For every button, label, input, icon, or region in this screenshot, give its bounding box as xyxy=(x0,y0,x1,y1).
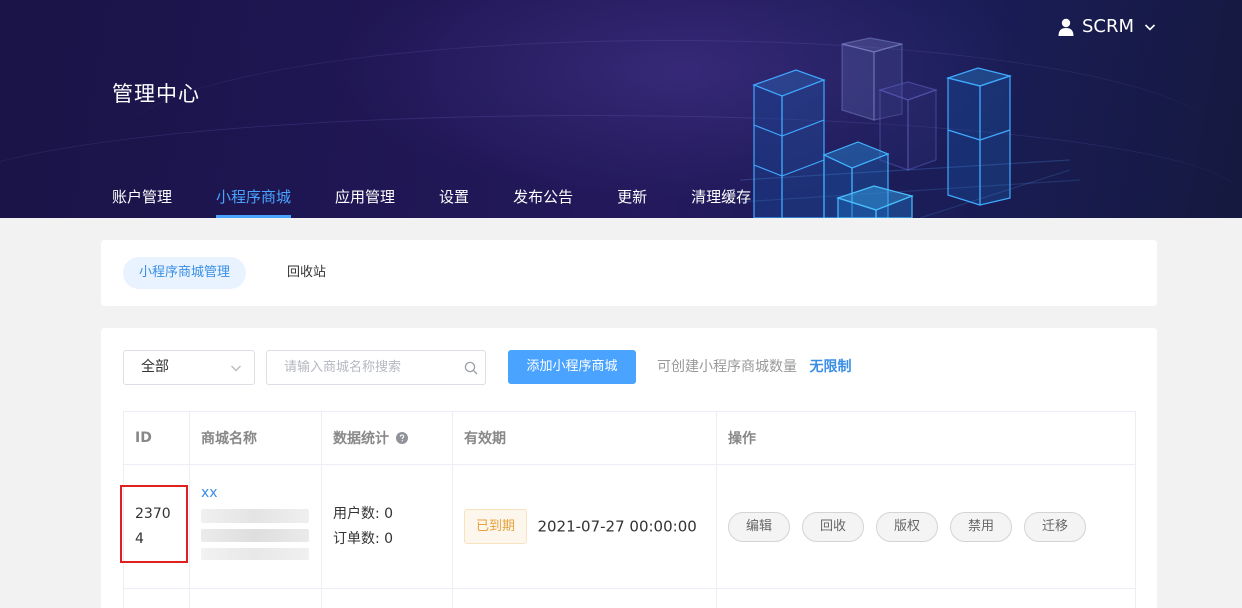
column-header-name: 商城名称 xyxy=(189,411,322,465)
expiry-date: 2021-07-27 00:00:00 xyxy=(537,517,697,536)
mall-name-link[interactable]: xx xyxy=(201,485,321,501)
edit-button[interactable]: 编辑 xyxy=(728,511,790,542)
mall-table: ID 商城名称 数据统计 有效期 操作 23704 xx 用户数: 0 订单数:… xyxy=(120,411,1136,608)
user-count: 用户数: 0 xyxy=(333,505,394,522)
order-count: 订单数: 0 xyxy=(333,530,394,547)
nav-item-update[interactable]: 更新 xyxy=(617,186,647,218)
search-icon[interactable] xyxy=(464,361,478,375)
table-row: 23704 xx 用户数: 0 订单数: 0 已到期 2021-07-27 00… xyxy=(120,464,1136,589)
tab-card: 小程序商城管理 回收站 xyxy=(101,240,1157,306)
page-title: 管理中心 xyxy=(112,82,200,106)
status-badge: 已到期 xyxy=(464,509,528,544)
table-header-row: ID 商城名称 数据统计 有效期 操作 xyxy=(123,411,1136,465)
question-circle-icon[interactable] xyxy=(395,432,408,444)
tab-mall-management[interactable]: 小程序商城管理 xyxy=(123,257,247,289)
user-name: SCRM xyxy=(1082,16,1135,37)
chevron-down-icon xyxy=(1144,23,1156,31)
column-header-id: ID xyxy=(123,411,190,465)
quota-info: 可创建小程序商城数量 无限制 xyxy=(657,350,851,385)
nav-item-apps[interactable]: 应用管理 xyxy=(335,186,395,218)
column-header-actions: 操作 xyxy=(716,411,1136,465)
main-card: 全部 添加小程序商城 可创建小程序商城数量 无限制 ID 商城名称 xyxy=(101,328,1157,608)
cell-stats: 用户数: 0 订单数: 0 xyxy=(321,464,453,589)
copyright-button[interactable]: 版权 xyxy=(876,511,938,542)
table-row xyxy=(123,588,1136,608)
highlight-box xyxy=(120,485,188,563)
user-menu[interactable]: SCRM xyxy=(1058,16,1156,37)
disable-button[interactable]: 禁用 xyxy=(950,511,1012,542)
cell-name: xx xyxy=(189,464,322,589)
search-box xyxy=(266,350,486,385)
redacted-text xyxy=(201,509,309,523)
nav-item-settings[interactable]: 设置 xyxy=(439,186,469,218)
nav-item-mini-program-mall[interactable]: 小程序商城 xyxy=(216,186,292,218)
quota-label: 可创建小程序商城数量 xyxy=(657,359,797,375)
top-nav: 账户管理 小程序商城 应用管理 设置 发布公告 更新 清理缓存 xyxy=(112,186,795,218)
user-icon xyxy=(1058,18,1074,36)
header-banner: 管理中心 SCRM 账户管理 小程序商城 应用管理 设置 发布公告 更新 清理缓… xyxy=(0,0,1242,218)
quota-value: 无限制 xyxy=(809,359,852,375)
cell-id xyxy=(123,588,190,608)
cell-actions xyxy=(716,588,1136,608)
nav-item-clear-cache[interactable]: 清理缓存 xyxy=(691,186,751,218)
tab-recycle-bin[interactable]: 回收站 xyxy=(271,257,342,289)
nav-item-accounts[interactable]: 账户管理 xyxy=(112,186,172,218)
cell-actions: 编辑 回收 版权 禁用 迁移 xyxy=(716,464,1136,589)
chevron-down-icon xyxy=(231,365,241,372)
nav-item-announcements[interactable]: 发布公告 xyxy=(513,186,573,218)
search-input[interactable] xyxy=(267,351,447,384)
cell-stats xyxy=(321,588,453,608)
cell-validity: 已到期 2021-07-27 00:00:00 xyxy=(452,464,717,589)
recycle-button[interactable]: 回收 xyxy=(802,511,864,542)
cell-name xyxy=(189,588,322,608)
column-header-validity: 有效期 xyxy=(452,411,717,465)
column-header-stats: 数据统计 xyxy=(321,411,453,465)
status-filter-select[interactable]: 全部 xyxy=(123,350,255,385)
status-filter-value: 全部 xyxy=(141,359,169,375)
redacted-text xyxy=(201,548,309,560)
redacted-text xyxy=(201,529,309,542)
migrate-button[interactable]: 迁移 xyxy=(1024,511,1086,542)
cell-validity xyxy=(452,588,717,608)
column-header-stats-label: 数据统计 xyxy=(333,431,389,447)
cell-id: 23704 xyxy=(120,464,190,589)
add-mall-button[interactable]: 添加小程序商城 xyxy=(508,350,636,384)
